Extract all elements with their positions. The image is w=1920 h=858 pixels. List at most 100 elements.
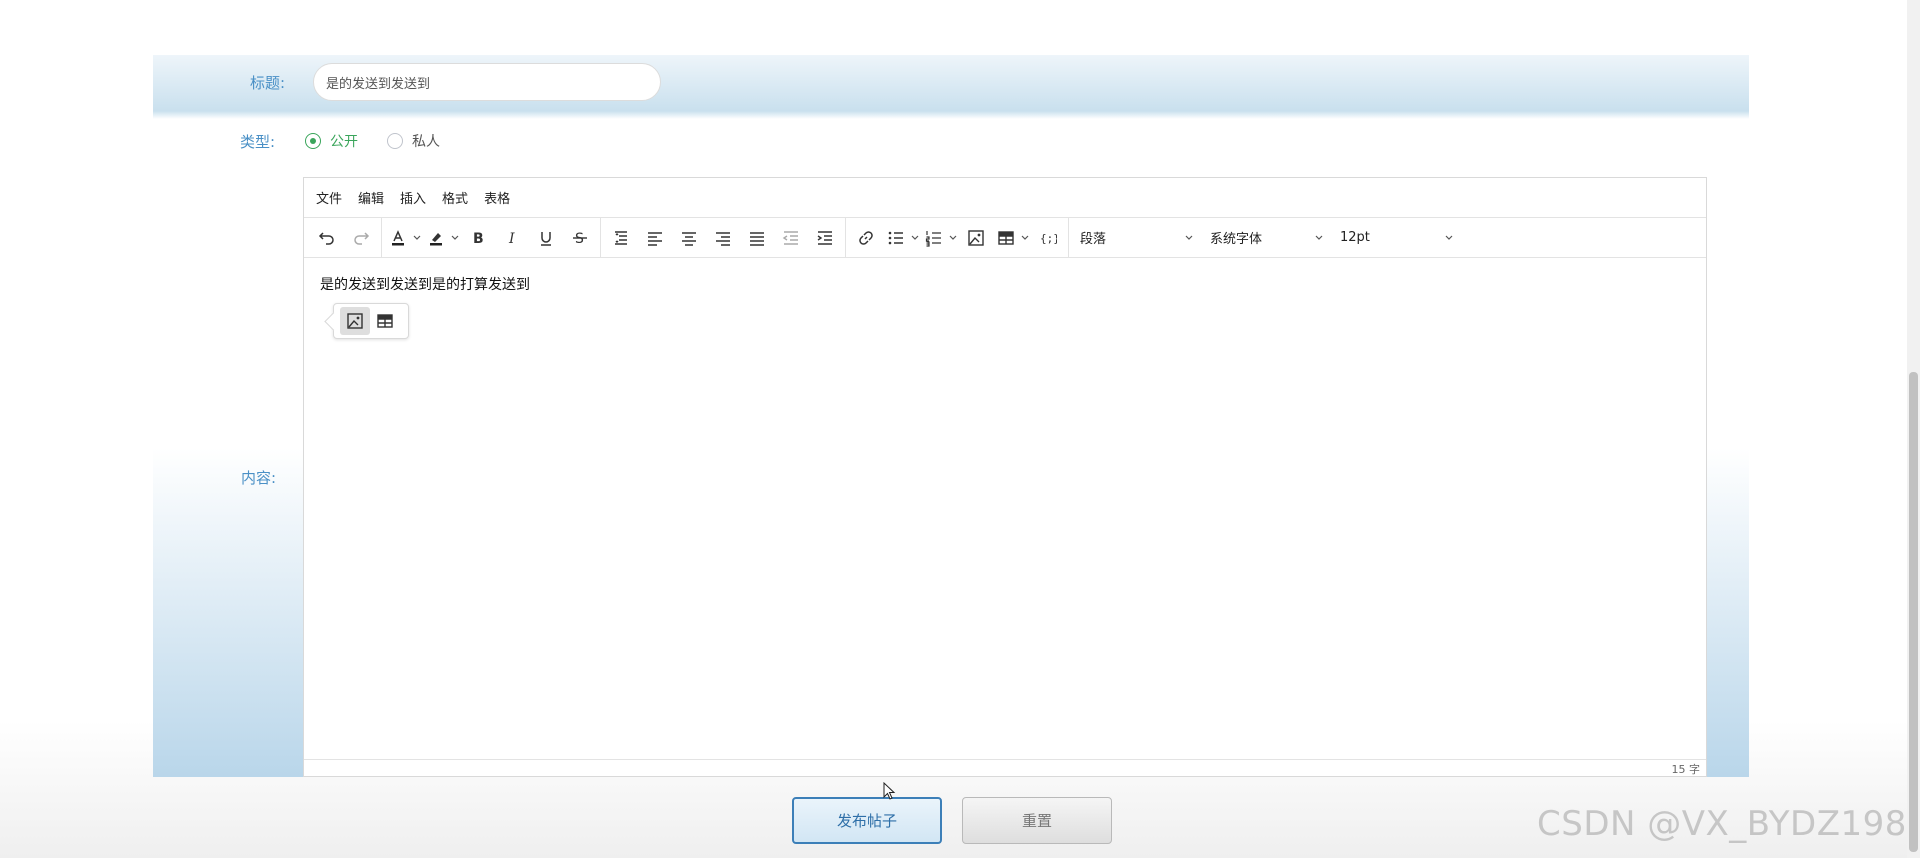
chevron-down-icon <box>413 235 421 240</box>
font-family-select[interactable]: 系统字体 <box>1202 223 1332 253</box>
publish-post-button[interactable]: 发布帖子 <box>792 797 942 844</box>
editor-menubar: 文件 编辑 插入 格式 表格 <box>304 178 1706 218</box>
toolbar-divider <box>845 218 846 257</box>
strikethrough-icon: S <box>573 231 587 247</box>
title-label: 标题: <box>250 74 286 92</box>
radio-public[interactable]: 公开 <box>305 131 358 151</box>
radio-private[interactable]: 私人 <box>387 131 440 151</box>
page-scrollbar[interactable] <box>1907 0 1920 858</box>
editor-statusbar: 15 字 <box>304 759 1706 778</box>
menu-file[interactable]: 文件 <box>316 188 342 207</box>
align-justify-button[interactable] <box>740 223 774 253</box>
svg-text:I: I <box>508 231 515 247</box>
bold-icon: B <box>473 231 484 247</box>
underline-icon <box>541 231 551 246</box>
mouse-cursor-icon <box>883 782 896 800</box>
menu-format[interactable]: 格式 <box>442 188 468 207</box>
panel-right-band <box>1707 119 1749 777</box>
table-dropdown[interactable] <box>1019 223 1031 253</box>
word-count: 15 字 <box>1671 763 1701 776</box>
undo-button[interactable] <box>310 223 344 253</box>
font-family-value: 系统字体 <box>1210 232 1263 247</box>
content-label: 内容: <box>241 469 277 487</box>
title-input[interactable] <box>313 63 661 101</box>
chevron-down-icon <box>451 235 459 240</box>
align-right-icon <box>716 231 730 246</box>
bullet-list-button[interactable] <box>883 223 909 253</box>
highlight-dropdown[interactable] <box>449 223 461 253</box>
chevron-down-icon <box>1445 235 1453 240</box>
font-size-value: 12pt <box>1340 230 1370 245</box>
numbered-list-dropdown[interactable] <box>947 223 959 253</box>
italic-button[interactable]: I <box>495 223 529 253</box>
indent-button[interactable] <box>808 223 842 253</box>
block-format-value: 段落 <box>1080 232 1107 247</box>
numbered-list-button[interactable] <box>921 223 947 253</box>
chevron-down-icon <box>949 235 957 240</box>
toolbar-divider <box>381 218 382 257</box>
svg-text:S: S <box>575 231 584 247</box>
text-color-icon <box>392 229 404 245</box>
table-icon <box>377 314 393 328</box>
chevron-down-icon <box>1315 235 1323 240</box>
font-size-select[interactable]: 12pt <box>1332 223 1462 253</box>
text-color-dropdown[interactable] <box>411 223 423 253</box>
svg-text:{;}: {;} <box>1040 232 1057 245</box>
editor-content-area[interactable]: 是的发送到发送到是的打算发送到 <box>304 258 1706 759</box>
outdent-button[interactable] <box>774 223 808 253</box>
panel-left-band <box>153 119 303 777</box>
italic-icon: I <box>508 231 515 247</box>
type-label: 类型: <box>240 133 276 151</box>
menu-insert[interactable]: 插入 <box>400 188 426 207</box>
radio-private-label: 私人 <box>412 134 440 150</box>
numbered-list-icon <box>925 230 941 247</box>
table-button[interactable] <box>993 223 1019 253</box>
align-left-icon <box>648 231 662 246</box>
table-icon <box>998 230 1014 245</box>
svg-text:B: B <box>473 231 484 247</box>
image-icon <box>347 313 363 329</box>
line-height-button[interactable] <box>604 223 638 253</box>
quick-insert-toolbar <box>333 303 409 339</box>
redo-button[interactable] <box>344 223 378 253</box>
editor-toolbar: B I S {; 段落 系统字体 12pt <box>304 218 1706 258</box>
reset-button[interactable]: 重置 <box>962 797 1112 844</box>
outdent-icon <box>782 230 798 245</box>
highlight-button[interactable] <box>423 223 449 253</box>
radio-public-label: 公开 <box>330 134 358 150</box>
code-icon: {;} <box>1040 232 1057 245</box>
quick-insert-table-button[interactable] <box>370 307 400 335</box>
underline-button[interactable] <box>529 223 563 253</box>
image-icon <box>968 229 984 246</box>
strikethrough-button[interactable]: S <box>563 223 597 253</box>
highlight-icon <box>430 232 442 245</box>
bold-button[interactable]: B <box>461 223 495 253</box>
menu-edit[interactable]: 编辑 <box>358 188 384 207</box>
link-button[interactable] <box>849 223 883 253</box>
image-button[interactable] <box>959 223 993 253</box>
menu-table[interactable]: 表格 <box>484 188 510 207</box>
link-icon <box>859 230 873 245</box>
watermark: CSDN @VX_BYDZ1988 <box>1537 804 1920 844</box>
align-right-button[interactable] <box>706 223 740 253</box>
bullet-list-dropdown[interactable] <box>909 223 921 253</box>
scrollbar-thumb[interactable] <box>1909 372 1918 852</box>
chevron-down-icon <box>1185 235 1193 240</box>
quick-insert-image-button[interactable] <box>340 307 370 335</box>
rich-text-editor: 文件 编辑 插入 格式 表格 B I S {; 段落 系统字体 12pt 是的发… <box>303 177 1707 777</box>
bullet-list-icon <box>888 231 903 244</box>
editor-body-text[interactable]: 是的发送到发送到是的打算发送到 <box>320 274 530 294</box>
radio-unchecked-icon <box>387 133 403 149</box>
chevron-down-icon <box>911 235 919 240</box>
chevron-down-icon <box>1021 235 1029 240</box>
toolbar-divider <box>1068 218 1069 257</box>
undo-icon <box>318 231 334 245</box>
text-color-button[interactable] <box>385 223 411 253</box>
radio-checked-icon <box>305 133 321 149</box>
align-justify-icon <box>750 231 764 246</box>
code-sample-button[interactable]: {;} <box>1031 223 1065 253</box>
align-center-button[interactable] <box>672 223 706 253</box>
line-height-icon <box>615 230 627 245</box>
align-left-button[interactable] <box>638 223 672 253</box>
block-format-select[interactable]: 段落 <box>1072 223 1202 253</box>
